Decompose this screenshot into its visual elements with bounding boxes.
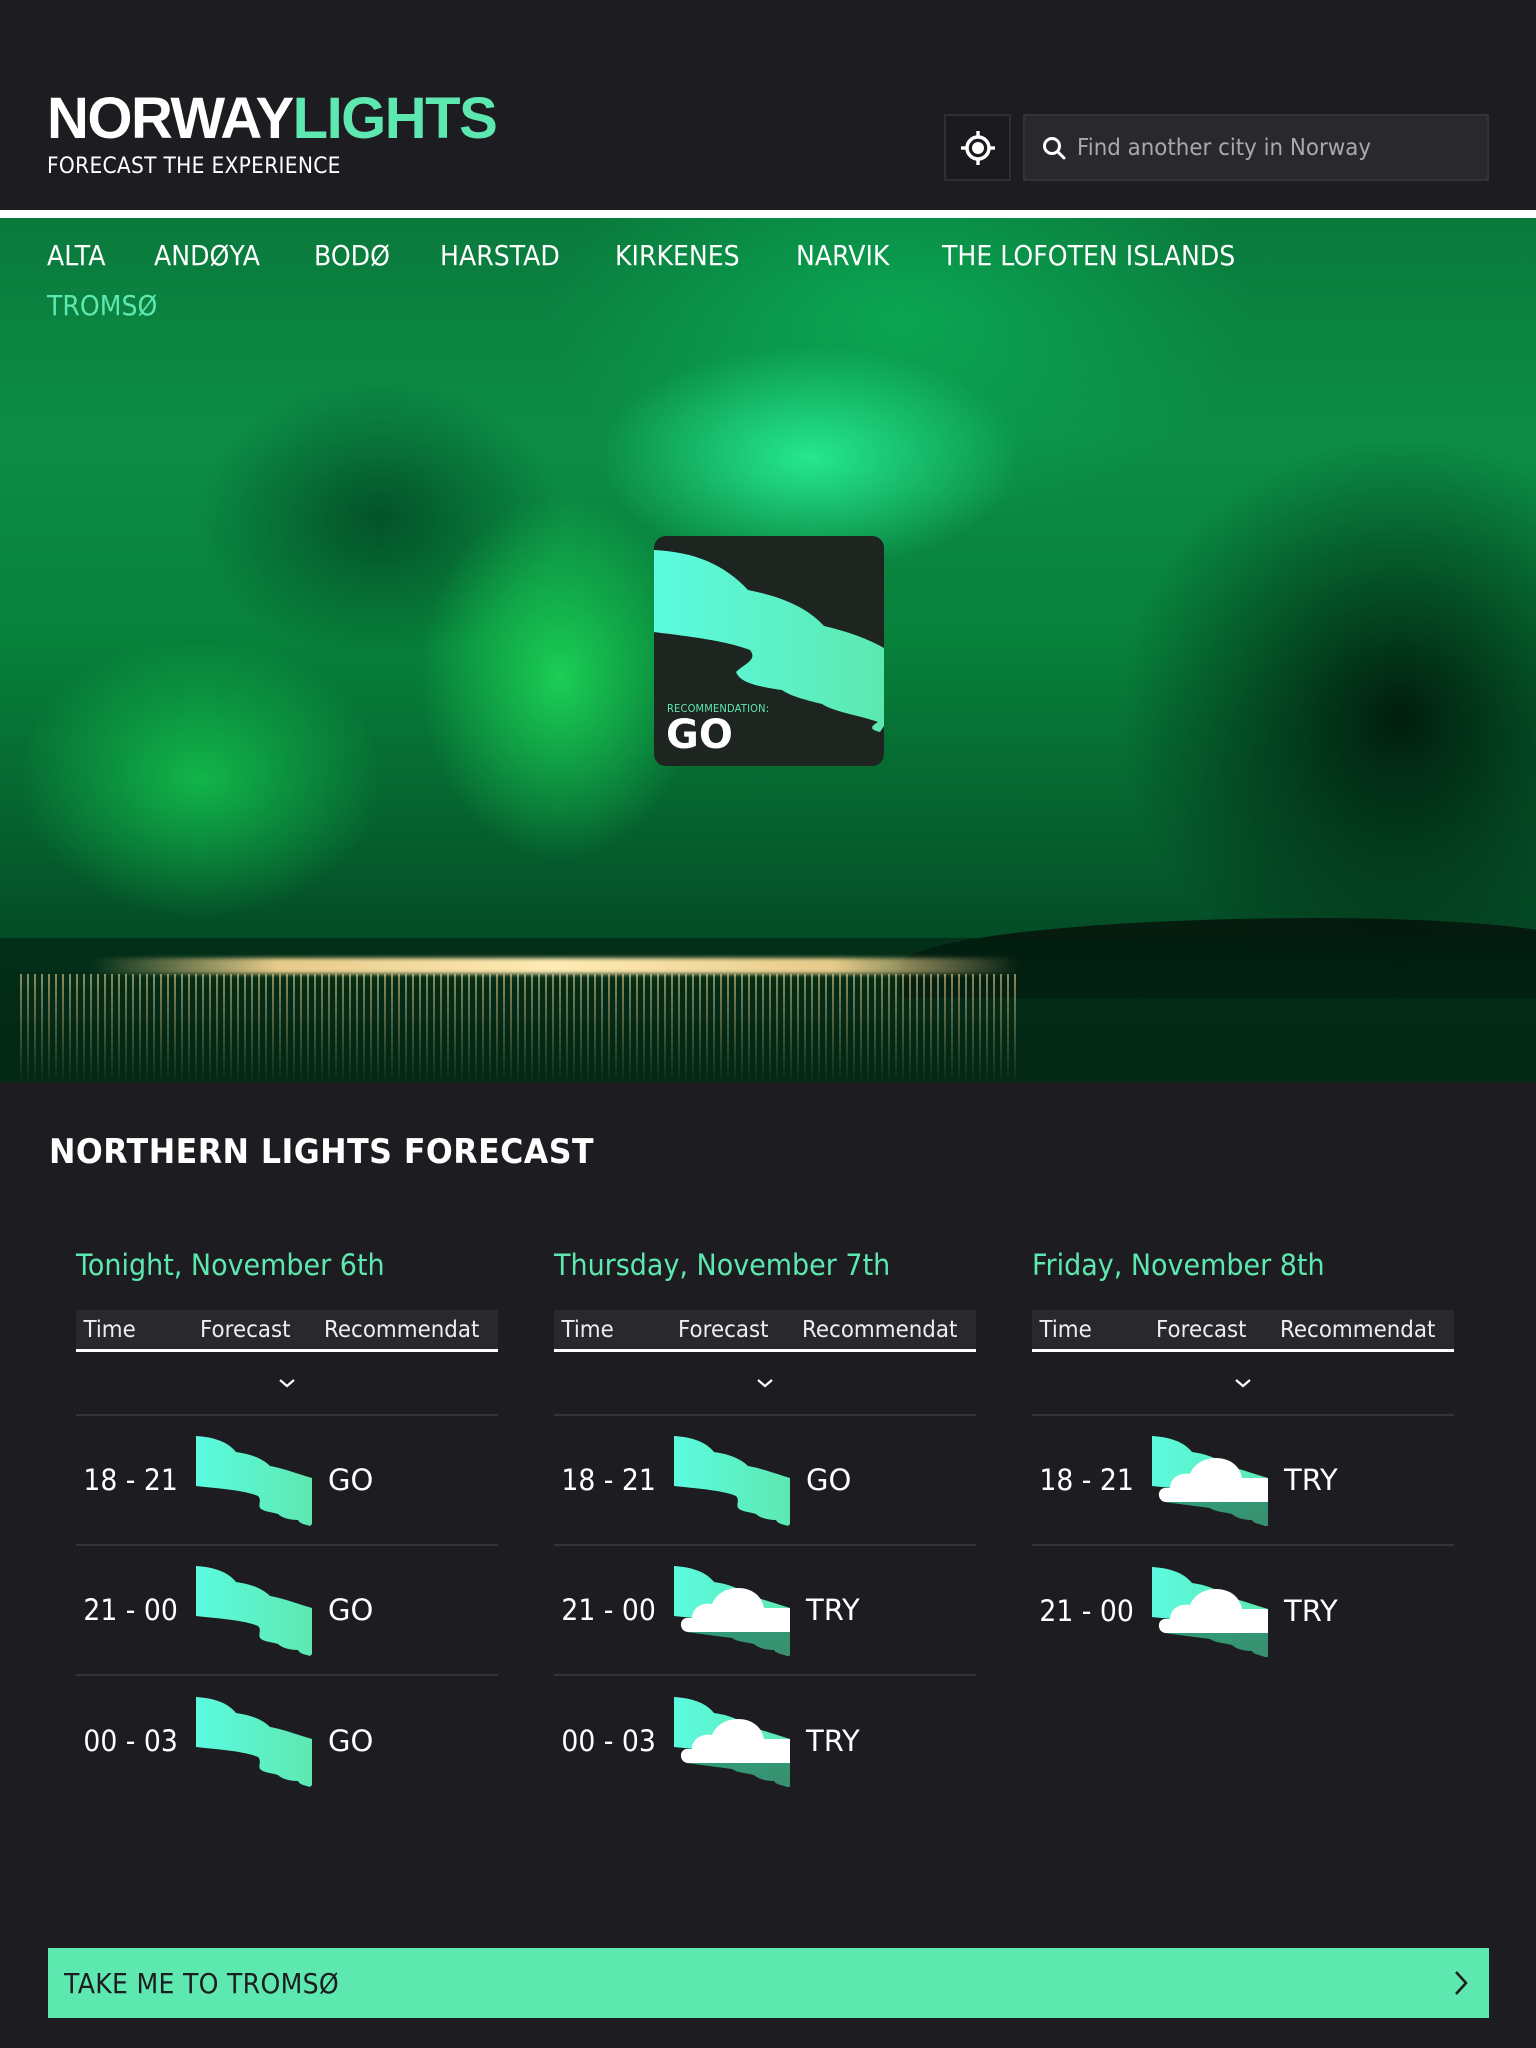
- aurora-icon: [194, 1562, 314, 1658]
- hero-city-lights: [90, 958, 1020, 974]
- row-recommendation: TRY: [1284, 1594, 1338, 1628]
- col-forecast: Forecast: [200, 1316, 291, 1343]
- aurora-icon: [672, 1432, 792, 1528]
- aurora-cloud-icon: [672, 1562, 792, 1658]
- expand-button[interactable]: [76, 1352, 498, 1416]
- nav-item-bodo[interactable]: BODØ: [314, 239, 390, 272]
- table-row: 00 - 03 TRY: [554, 1676, 976, 1806]
- table-row: 00 - 03 GO: [76, 1676, 498, 1806]
- col-time: Time: [1039, 1316, 1092, 1343]
- chevron-down-icon: [279, 1379, 295, 1388]
- row-recommendation: TRY: [1284, 1463, 1338, 1497]
- table-header: Time Forecast Recommendat: [554, 1310, 976, 1352]
- aurora-cloud-icon: [672, 1693, 792, 1789]
- nav-item-harstad[interactable]: HARSTAD: [440, 239, 560, 272]
- table-header: Time Forecast Recommendat: [1032, 1310, 1454, 1352]
- row-time: 18 - 21: [1039, 1463, 1134, 1497]
- search-icon: [1043, 136, 1066, 159]
- logo-norway: NORWAY: [47, 86, 294, 151]
- table-row: 21 - 00 GO: [76, 1546, 498, 1676]
- row-time: 00 - 03: [561, 1724, 656, 1758]
- expand-button[interactable]: [1032, 1352, 1454, 1416]
- row-recommendation: GO: [328, 1593, 374, 1627]
- col-recommendation: Recommendat: [324, 1316, 480, 1343]
- crosshair-locate-icon: [960, 130, 995, 165]
- row-time: 21 - 00: [83, 1593, 178, 1627]
- aurora-cloud-icon: [1150, 1432, 1270, 1528]
- logo-lights: LIGHTS: [292, 86, 498, 151]
- row-recommendation: GO: [328, 1724, 374, 1758]
- chevron-right-icon: [1455, 1971, 1468, 1995]
- take-me-button[interactable]: TAKE ME TO TROMSØ: [48, 1948, 1489, 2018]
- header: NORWAYLIGHTS FORECAST THE EXPERIENCE: [0, 0, 1536, 210]
- tagline: FORECAST THE EXPERIENCE: [47, 154, 341, 179]
- day-title: Tonight, November 6th: [76, 1248, 385, 1282]
- take-me-label: TAKE ME TO TROMSØ: [64, 1966, 339, 2000]
- city-search[interactable]: [1023, 114, 1489, 181]
- col-forecast: Forecast: [1156, 1316, 1247, 1343]
- forecast-day: Tonight, November 6th Time Forecast Reco…: [76, 1248, 498, 1806]
- row-time: 00 - 03: [83, 1724, 178, 1758]
- col-time: Time: [561, 1316, 614, 1343]
- forecast-title: NORTHERN LIGHTS FORECAST: [49, 1132, 595, 1172]
- city-search-input[interactable]: [1077, 134, 1449, 161]
- nav-item-lofoten[interactable]: THE LOFOTEN ISLANDS: [942, 239, 1235, 272]
- table-row: 18 - 21 GO: [76, 1416, 498, 1546]
- city-nav-row-1: ALTA ANDØYA BODØ HARSTAD KIRKENES NARVIK…: [47, 230, 1447, 280]
- table-row: 21 - 00 TRY: [1032, 1546, 1454, 1676]
- nav-item-narvik[interactable]: NARVIK: [796, 239, 889, 272]
- table-header: Time Forecast Recommendat: [76, 1310, 498, 1352]
- recommendation-card: RECOMMENDATION: GO: [654, 536, 884, 766]
- recommendation-value: GO: [666, 712, 733, 758]
- day-title: Thursday, November 7th: [554, 1248, 891, 1282]
- hero-reflection: [20, 974, 1020, 1082]
- aurora-icon: [194, 1432, 314, 1528]
- nav-item-tromso[interactable]: TROMSØ: [47, 289, 157, 322]
- table-row: 18 - 21 GO: [554, 1416, 976, 1546]
- nav-item-andoya[interactable]: ANDØYA: [154, 239, 260, 272]
- logo[interactable]: NORWAYLIGHTS: [47, 86, 498, 151]
- chevron-down-icon: [757, 1379, 773, 1388]
- row-recommendation: TRY: [806, 1593, 860, 1627]
- header-divider: [0, 210, 1536, 218]
- row-time: 18 - 21: [561, 1463, 656, 1497]
- expand-button[interactable]: [554, 1352, 976, 1416]
- locate-button[interactable]: [944, 114, 1011, 181]
- row-time: 21 - 00: [1039, 1594, 1134, 1628]
- col-forecast: Forecast: [678, 1316, 769, 1343]
- col-time: Time: [83, 1316, 136, 1343]
- table-row: 18 - 21 TRY: [1032, 1416, 1454, 1546]
- day-title: Friday, November 8th: [1032, 1248, 1325, 1282]
- city-nav-row-2: TROMSØ: [47, 280, 1447, 330]
- row-recommendation: GO: [328, 1463, 374, 1497]
- forecast-day: Friday, November 8th Time Forecast Recom…: [1032, 1248, 1454, 1676]
- row-time: 18 - 21: [83, 1463, 178, 1497]
- chevron-down-icon: [1235, 1379, 1251, 1388]
- nav-item-kirkenes[interactable]: KIRKENES: [615, 239, 740, 272]
- row-recommendation: GO: [806, 1463, 852, 1497]
- aurora-cloud-icon: [1150, 1563, 1270, 1659]
- row-recommendation: TRY: [806, 1724, 860, 1758]
- aurora-icon: [194, 1693, 314, 1789]
- row-time: 21 - 00: [561, 1593, 656, 1627]
- nav-item-alta[interactable]: ALTA: [47, 239, 105, 272]
- col-recommendation: Recommendat: [1280, 1316, 1436, 1343]
- table-row: 21 - 00 TRY: [554, 1546, 976, 1676]
- col-recommendation: Recommendat: [802, 1316, 958, 1343]
- city-nav: ALTA ANDØYA BODØ HARSTAD KIRKENES NARVIK…: [47, 230, 1447, 330]
- forecast-day: Thursday, November 7th Time Forecast Rec…: [554, 1248, 976, 1806]
